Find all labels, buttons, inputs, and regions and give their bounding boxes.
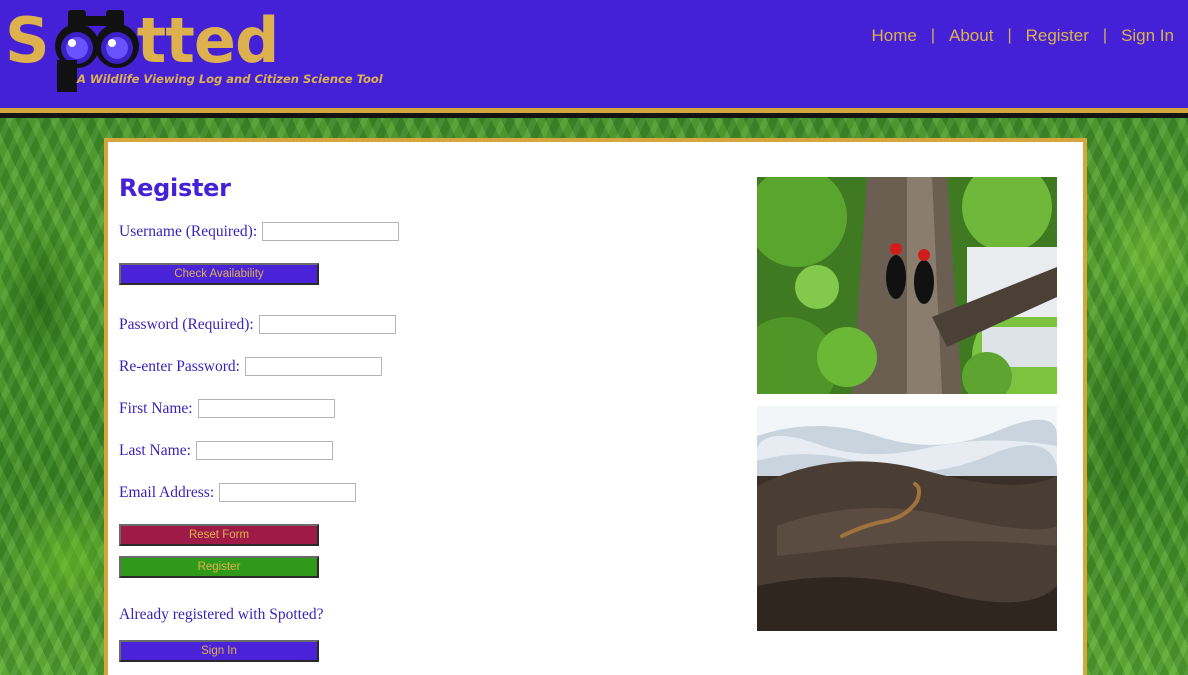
nav-about[interactable]: About <box>949 26 993 46</box>
logo-tagline: A Wildlife Viewing Log and Citizen Scien… <box>77 72 383 86</box>
check-availability-button[interactable]: Check Availability <box>119 263 319 285</box>
already-registered-text: Already registered with Spotted? <box>119 606 324 623</box>
username-input[interactable] <box>262 222 400 241</box>
sign-in-button[interactable]: Sign In <box>119 640 319 662</box>
email-label: Email Address: <box>119 483 215 501</box>
last-name-input[interactable] <box>195 441 333 460</box>
first-name-input[interactable] <box>197 399 335 418</box>
last-name-row: Last Name: <box>119 441 333 460</box>
nav-separator: | <box>1007 27 1012 44</box>
last-name-label: Last Name: <box>119 441 191 459</box>
reenter-password-input[interactable] <box>244 357 382 376</box>
page-title: Register <box>119 174 231 202</box>
nav-home[interactable]: Home <box>871 26 916 46</box>
password-row: Password (Required): <box>119 315 396 334</box>
site-logo[interactable]: Stted A Wildlife Viewing Log and Citizen… <box>5 8 383 96</box>
username-row: Username (Required): <box>119 222 400 241</box>
nav-separator: | <box>1102 27 1108 44</box>
password-input[interactable] <box>258 315 396 334</box>
snake-photo <box>757 406 1057 631</box>
reenter-password-row: Re-enter Password: <box>119 357 382 376</box>
first-name-row: First Name: <box>119 399 335 418</box>
nav-separator: | <box>930 27 935 44</box>
email-input[interactable] <box>219 483 357 502</box>
header-divider-dark <box>0 113 1188 118</box>
nav-sign-in[interactable]: Sign In <box>1121 26 1174 46</box>
password-label: Password (Required): <box>119 315 254 333</box>
main-nav: Home | About | Register | Sign In <box>871 26 1174 46</box>
site-header: Stted A Wildlife Viewing Log and Citizen… <box>0 0 1188 108</box>
nav-register[interactable]: Register <box>1026 26 1089 46</box>
content-panel: Register Username (Required): Check Avai… <box>104 138 1087 675</box>
email-row: Email Address: <box>119 483 357 502</box>
reset-form-button[interactable]: Reset Form <box>119 524 319 546</box>
username-label: Username (Required): <box>119 222 258 240</box>
woodpecker-photo <box>757 177 1057 394</box>
first-name-label: First Name: <box>119 399 193 417</box>
reenter-password-label: Re-enter Password: <box>119 357 240 375</box>
register-button[interactable]: Register <box>119 556 319 578</box>
